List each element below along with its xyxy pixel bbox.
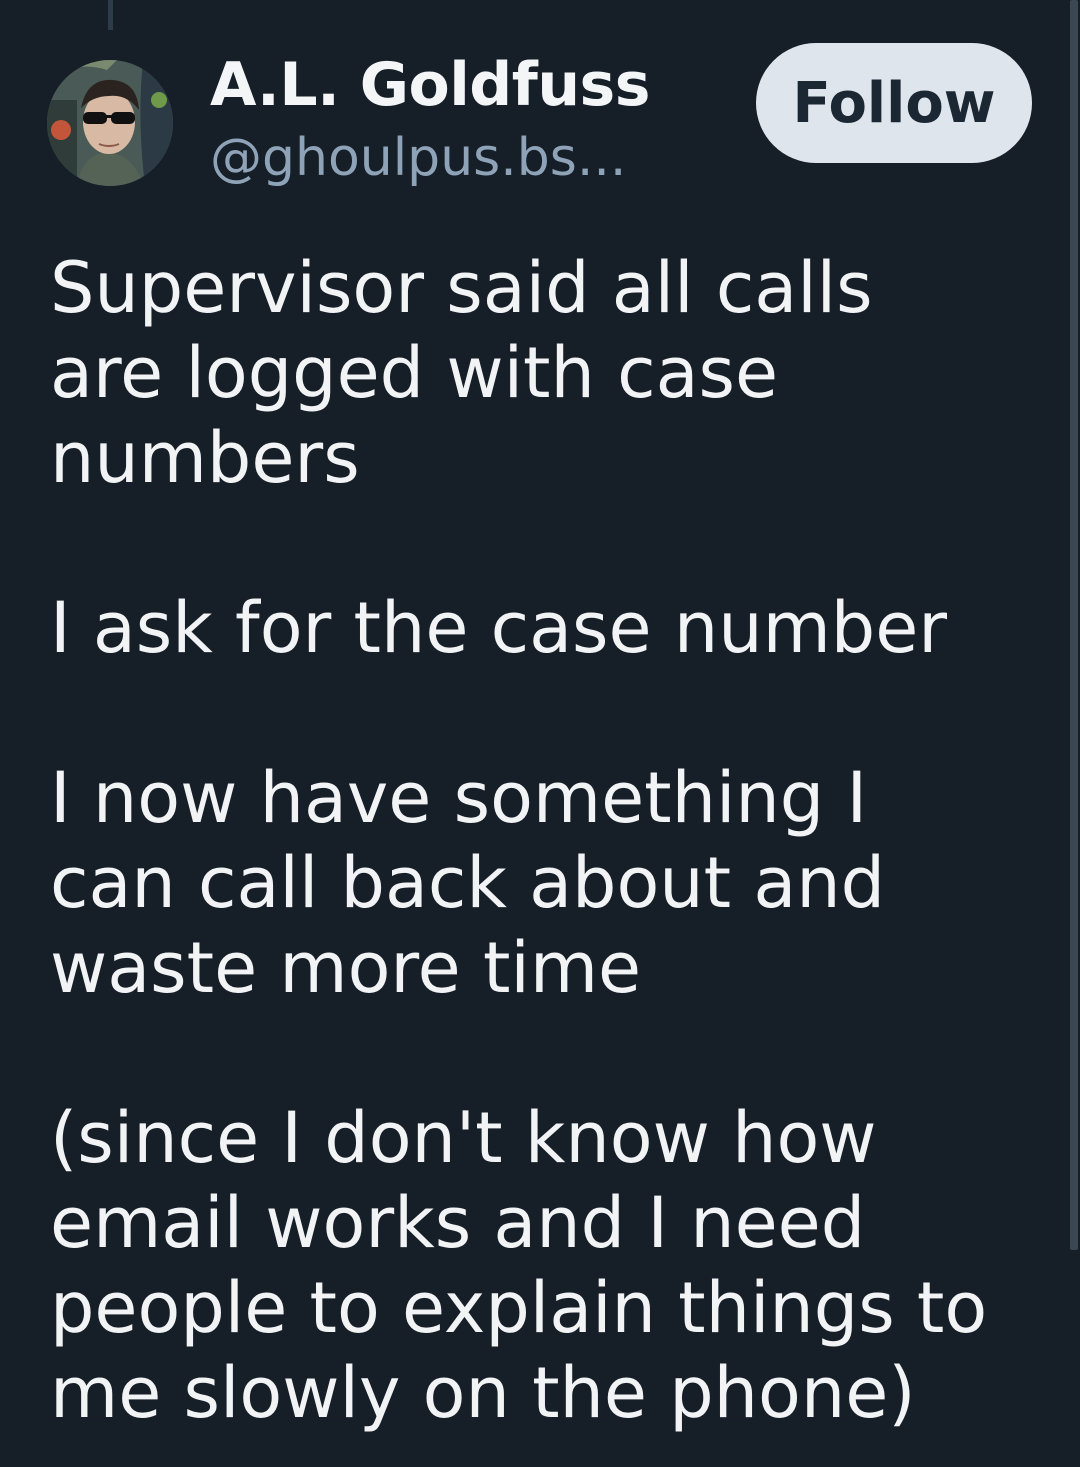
paragraph-break xyxy=(50,671,1060,756)
display-name[interactable]: A.L. Goldfuss xyxy=(210,50,650,120)
scrollbar[interactable] xyxy=(1070,0,1078,1250)
post-line: I ask for the case number xyxy=(50,587,948,669)
thread-connector-line xyxy=(108,0,113,30)
follow-button[interactable]: Follow xyxy=(756,43,1032,163)
paragraph-break xyxy=(50,501,1060,586)
post-line: me slowly on the phone) xyxy=(50,1352,916,1434)
avatar[interactable] xyxy=(47,60,173,186)
post-line: (since I don't know how xyxy=(50,1097,877,1179)
post-line: people to explain things to xyxy=(50,1267,988,1349)
post-line: numbers xyxy=(50,417,360,499)
post-text: Supervisor said all calls are logged wit… xyxy=(50,246,1060,1436)
post-line: I now have something I xyxy=(50,757,868,839)
paragraph-break xyxy=(50,1011,1060,1096)
post-line: email works and I need xyxy=(50,1182,866,1264)
user-handle[interactable]: @ghoulpus.bs... xyxy=(210,128,626,188)
post-line: Supervisor said all calls xyxy=(50,247,873,329)
user-avatar-photo-icon xyxy=(47,60,173,186)
post-line: can call back about and xyxy=(50,842,886,924)
post-line: waste more time xyxy=(50,927,642,1009)
post-line: are logged with case xyxy=(50,332,779,414)
